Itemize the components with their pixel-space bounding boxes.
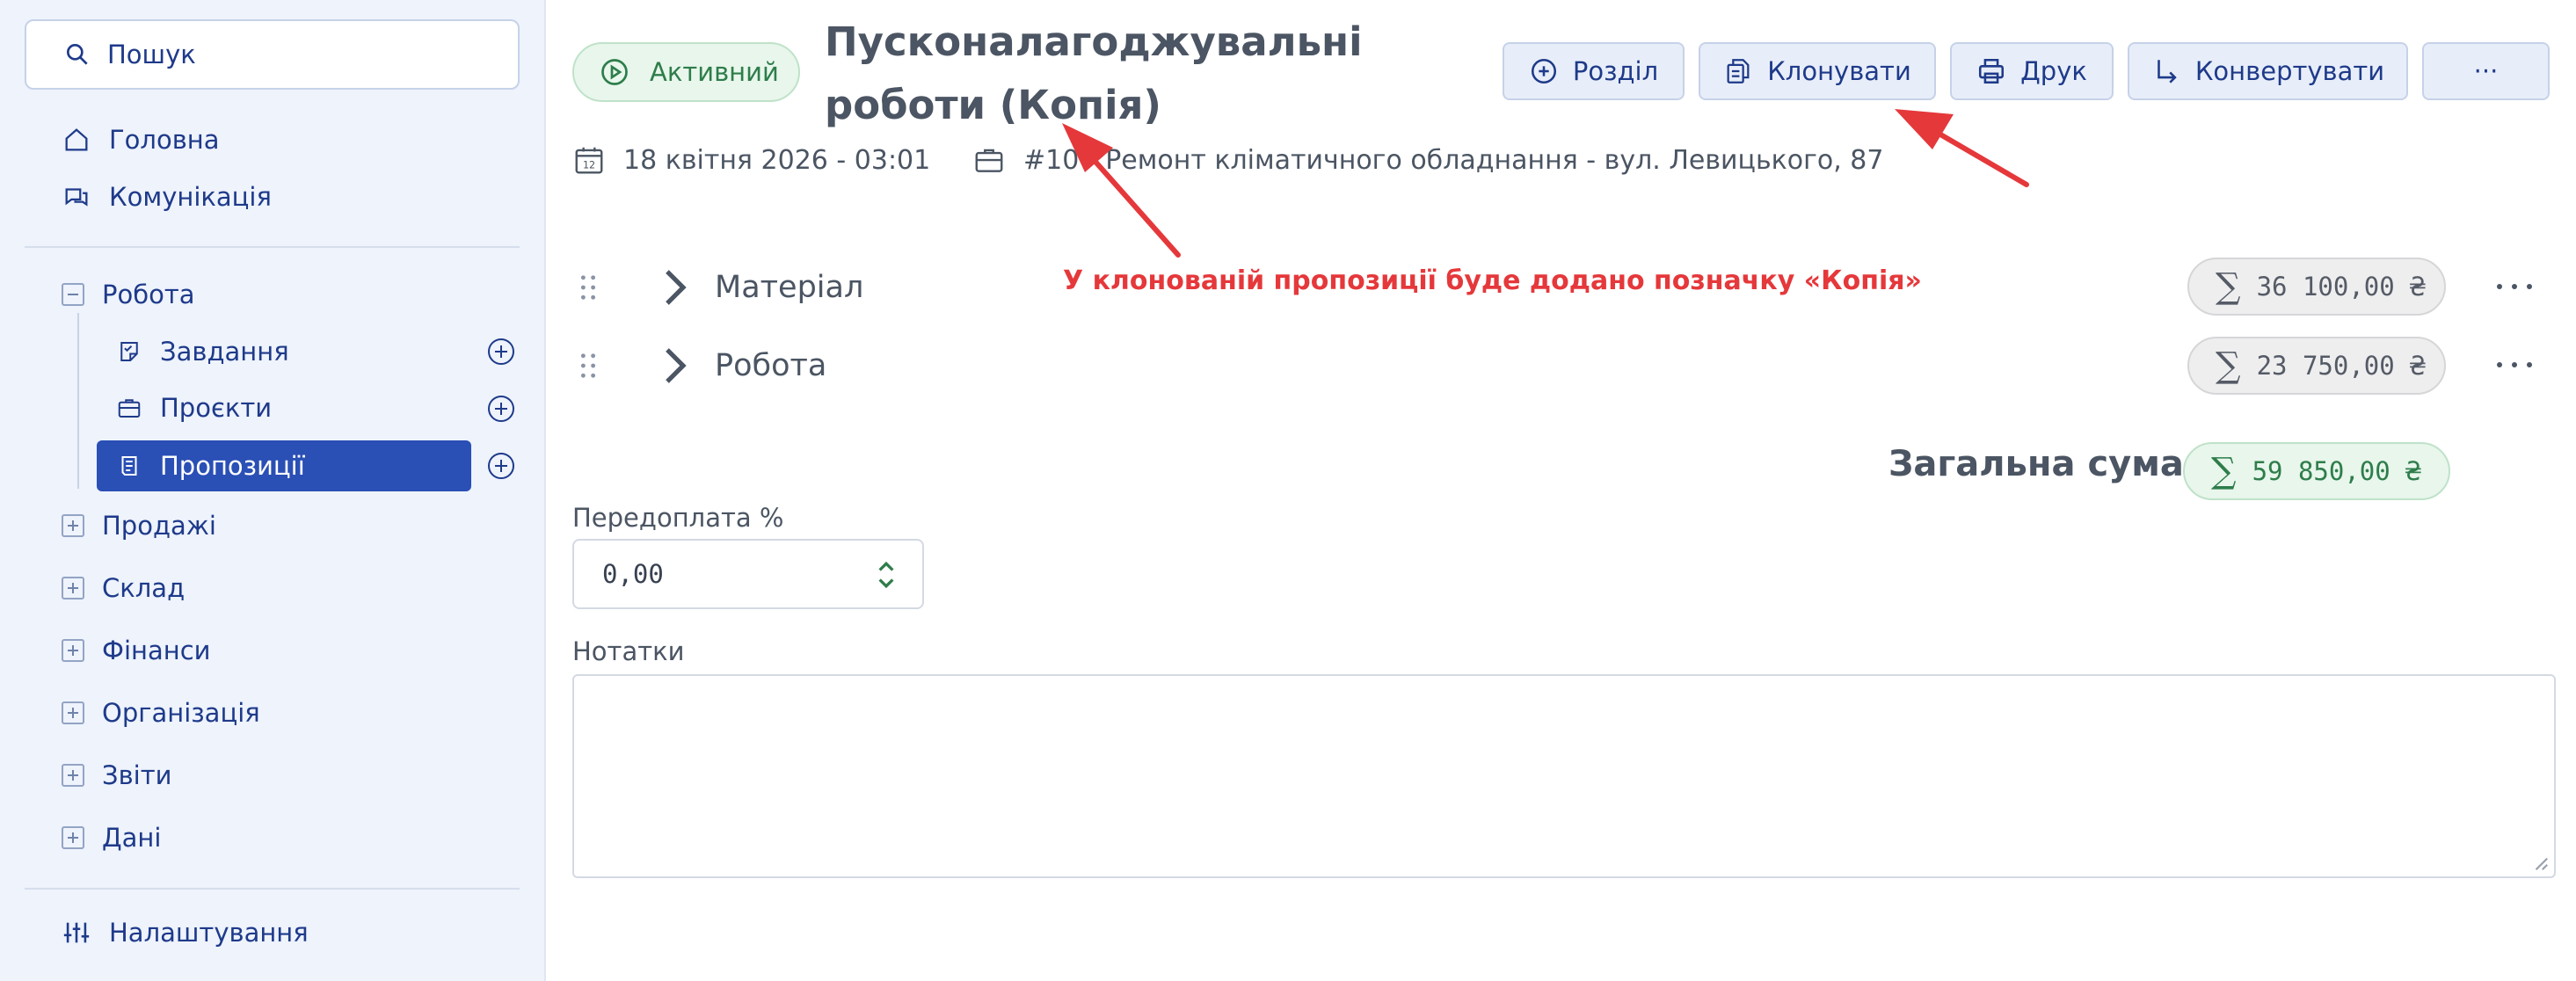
annotation-arrow-title [1062,123,1181,258]
annotation-arrow-clone [1895,109,2029,187]
annotation-arrows [1062,109,2029,258]
